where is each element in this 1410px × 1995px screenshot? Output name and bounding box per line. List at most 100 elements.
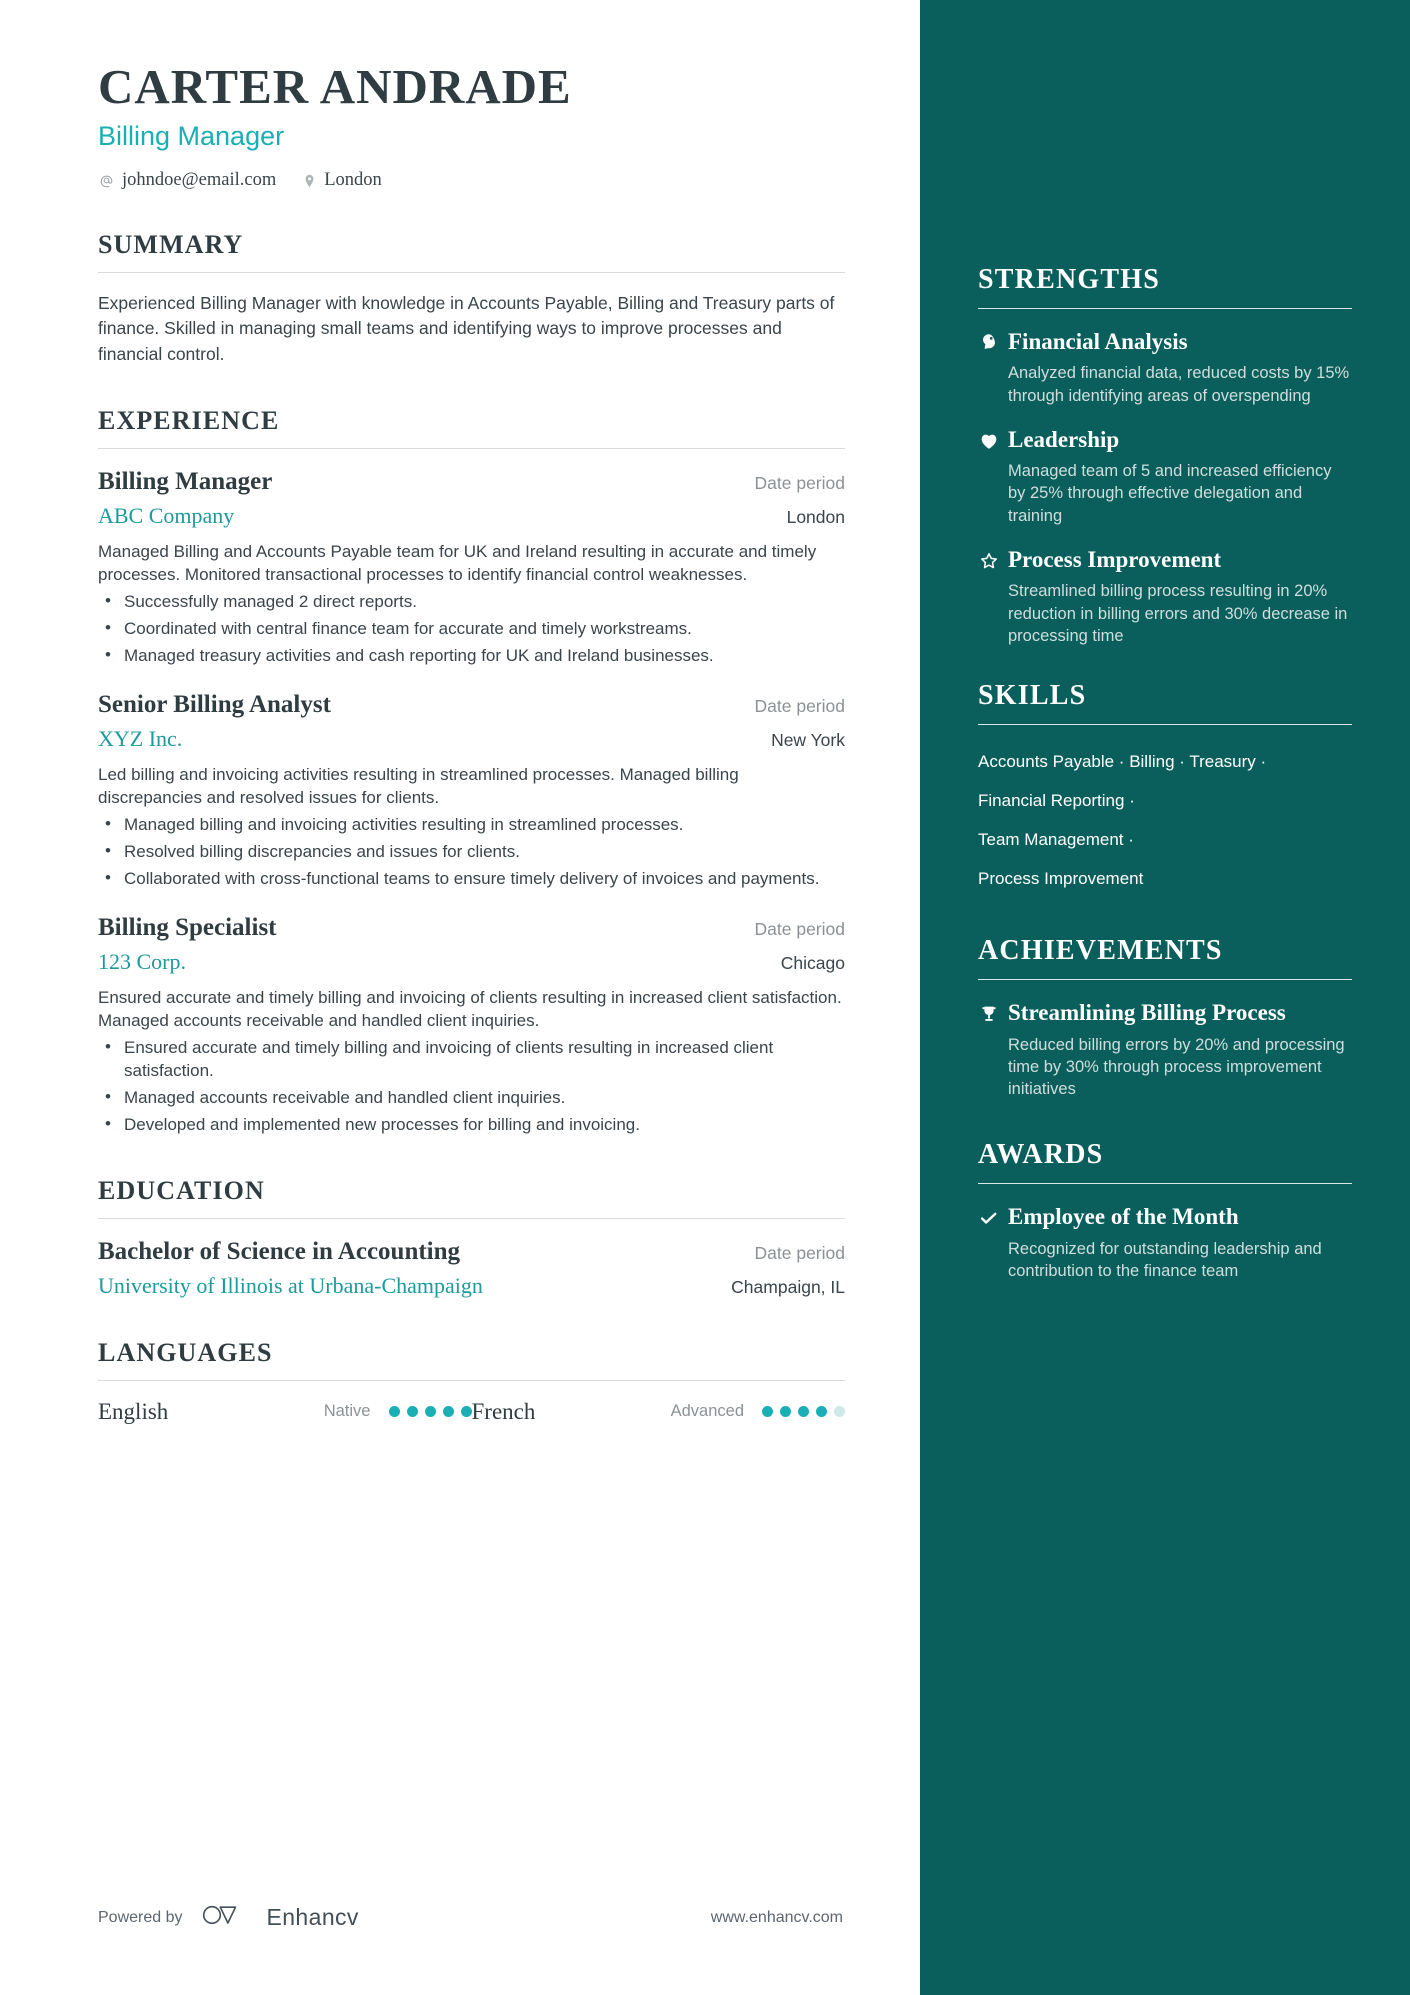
section-summary: SUMMARY Experienced Billing Manager with… bbox=[98, 231, 845, 367]
main-column: CARTER ANDRADE Billing Manager johndoe@e… bbox=[0, 0, 920, 1995]
school-name[interactable]: University of Illinois at Urbana-Champai… bbox=[98, 1272, 483, 1300]
experience-subheader: XYZ Inc. New York bbox=[98, 720, 845, 753]
achievement-body: Streamlining Billing Process Reduced bil… bbox=[1008, 1000, 1352, 1100]
job-date: Date period bbox=[754, 918, 845, 939]
list-item: Ensured accurate and timely billing and … bbox=[98, 1036, 845, 1083]
languages-divider bbox=[98, 1379, 845, 1381]
job-date: Date period bbox=[754, 472, 845, 493]
list-item: Successfully managed 2 direct reports. bbox=[98, 590, 845, 614]
education-location: Champaign, IL bbox=[731, 1276, 845, 1297]
job-position: Billing Specialist bbox=[98, 913, 277, 941]
strength-body: Financial Analysis Analyzed financial da… bbox=[1008, 329, 1352, 407]
strength-body: Leadership Managed team of 5 and increas… bbox=[1008, 427, 1352, 527]
languages-row: English Native French Advanced bbox=[98, 1399, 845, 1425]
sidebar-section-skills: SKILLS Accounts Payable · Billing · Trea… bbox=[978, 680, 1352, 896]
strengths-divider bbox=[978, 307, 1352, 309]
heart-icon bbox=[978, 427, 1008, 527]
experience-entry: Senior Billing Analyst Date period XYZ I… bbox=[98, 690, 845, 891]
languages-title: LANGUAGES bbox=[98, 1338, 273, 1368]
job-location: London bbox=[786, 506, 845, 527]
skill-line: Team Management · bbox=[978, 829, 1134, 849]
awards-title: AWARDS bbox=[978, 1139, 1104, 1171]
achievements-title: ACHIEVEMENTS bbox=[978, 935, 1223, 967]
strength-description: Managed team of 5 and increased efficien… bbox=[1008, 462, 1332, 525]
contact-email[interactable]: johndoe@email.com bbox=[98, 170, 276, 191]
experience-entry: Billing Manager Date period ABC Company … bbox=[98, 467, 845, 668]
language-rating bbox=[388, 1406, 472, 1418]
list-item: Resolved billing discrepancies and issue… bbox=[98, 840, 845, 864]
resume-page: STRENGTHS Financial Analysis Analyzed fi… bbox=[0, 0, 1410, 1995]
job-position: Senior Billing Analyst bbox=[98, 690, 331, 718]
skills-divider bbox=[978, 724, 1352, 726]
strengths-title: STRENGTHS bbox=[978, 264, 1160, 295]
job-location: New York bbox=[771, 729, 845, 750]
job-description: Led billing and invoicing activities res… bbox=[98, 765, 739, 808]
education-subheader: University of Illinois at Urbana-Champai… bbox=[98, 1267, 845, 1300]
job-description: Ensured accurate and timely billing and … bbox=[98, 988, 842, 1031]
award-item: Employee of the Month Recognized for out… bbox=[978, 1204, 1352, 1282]
section-languages: LANGUAGES English Native French Advanced bbox=[98, 1339, 845, 1425]
strength-item: Leadership Managed team of 5 and increas… bbox=[978, 427, 1352, 527]
brain-icon bbox=[978, 329, 1008, 407]
enhancv-wordmark: Enhancv bbox=[266, 1904, 359, 1930]
sidebar-section-strengths: STRENGTHS Financial Analysis Analyzed fi… bbox=[978, 264, 1352, 647]
strength-description: Analyzed financial data, reduced costs b… bbox=[1008, 364, 1350, 405]
education-date: Date period bbox=[754, 1242, 845, 1263]
list-item: Managed billing and invoicing activities… bbox=[98, 813, 845, 837]
education-header: Bachelor of Science in Accounting Date p… bbox=[98, 1237, 845, 1267]
at-icon bbox=[98, 172, 115, 189]
sidebar-section-achievements: ACHIEVEMENTS Streamlining Billing Proces… bbox=[978, 936, 1352, 1100]
list-item: Managed treasury activities and cash rep… bbox=[98, 644, 845, 668]
degree-name: Bachelor of Science in Accounting bbox=[98, 1237, 461, 1265]
award-title: Employee of the Month bbox=[1008, 1204, 1239, 1230]
star-outline-icon bbox=[978, 547, 1008, 647]
award-body: Employee of the Month Recognized for out… bbox=[1008, 1204, 1352, 1282]
experience-title: EXPERIENCE bbox=[98, 406, 280, 435]
website-url[interactable]: www.enhancv.com bbox=[711, 1909, 843, 1927]
language-item: French Advanced bbox=[471, 1398, 845, 1425]
experience-header: Billing Manager Date period bbox=[98, 467, 845, 497]
job-company[interactable]: 123 Corp. bbox=[98, 948, 186, 976]
language-item: English Native bbox=[98, 1399, 472, 1425]
job-company[interactable]: XYZ Inc. bbox=[98, 725, 182, 753]
job-bullets: Managed billing and invoicing activities… bbox=[98, 813, 845, 891]
job-date: Date period bbox=[754, 695, 845, 716]
education-title: EDUCATION bbox=[98, 1176, 265, 1206]
strength-body: Process Improvement Streamlined billing … bbox=[1008, 547, 1352, 647]
skill-line: Accounts Payable · Billing · Treasury · bbox=[978, 752, 1267, 772]
achievement-item: Streamlining Billing Process Reduced bil… bbox=[978, 1000, 1352, 1100]
location-text: London bbox=[324, 170, 382, 191]
email-text: johndoe@email.com bbox=[122, 170, 277, 191]
job-role: Billing Manager bbox=[98, 120, 285, 151]
page-title: CARTER ANDRADE bbox=[98, 59, 572, 114]
trophy-icon bbox=[978, 1000, 1008, 1100]
language-level: Advanced bbox=[670, 1402, 744, 1421]
strength-title: Financial Analysis bbox=[1008, 328, 1188, 354]
job-bullets: Ensured accurate and timely billing and … bbox=[98, 1036, 845, 1137]
job-position: Billing Manager bbox=[98, 467, 273, 495]
list-item: Collaborated with cross-functional teams… bbox=[98, 867, 845, 891]
summary-text: Experienced Billing Manager with knowled… bbox=[98, 292, 835, 364]
experience-subheader: 123 Corp. Chicago bbox=[98, 943, 845, 976]
job-bullets: Successfully managed 2 direct reports. C… bbox=[98, 590, 845, 668]
experience-divider bbox=[98, 447, 845, 449]
skills-title: SKILLS bbox=[978, 680, 1087, 712]
award-description: Recognized for outstanding leadership an… bbox=[1008, 1239, 1322, 1280]
skill-line: Financial Reporting · bbox=[978, 790, 1135, 810]
language-name: French bbox=[471, 1398, 536, 1424]
language-name: English bbox=[98, 1398, 169, 1424]
experience-subheader: ABC Company London bbox=[98, 497, 845, 530]
education-divider bbox=[98, 1217, 845, 1219]
sidebar: STRENGTHS Financial Analysis Analyzed fi… bbox=[920, 0, 1410, 1995]
strength-title: Leadership bbox=[1008, 426, 1120, 452]
summary-title: SUMMARY bbox=[98, 230, 244, 260]
section-education: EDUCATION Bachelor of Science in Account… bbox=[98, 1176, 845, 1300]
strength-item: Process Improvement Streamlined billing … bbox=[978, 547, 1352, 647]
list-item: Developed and implemented new processes … bbox=[98, 1113, 845, 1137]
job-company[interactable]: ABC Company bbox=[98, 502, 234, 530]
section-experience: EXPERIENCE Billing Manager Date period A… bbox=[98, 406, 845, 1137]
contact-row: johndoe@email.com London bbox=[98, 170, 845, 191]
summary-divider bbox=[98, 271, 845, 273]
strength-title: Process Improvement bbox=[1008, 547, 1222, 572]
language-rating bbox=[762, 1406, 845, 1418]
